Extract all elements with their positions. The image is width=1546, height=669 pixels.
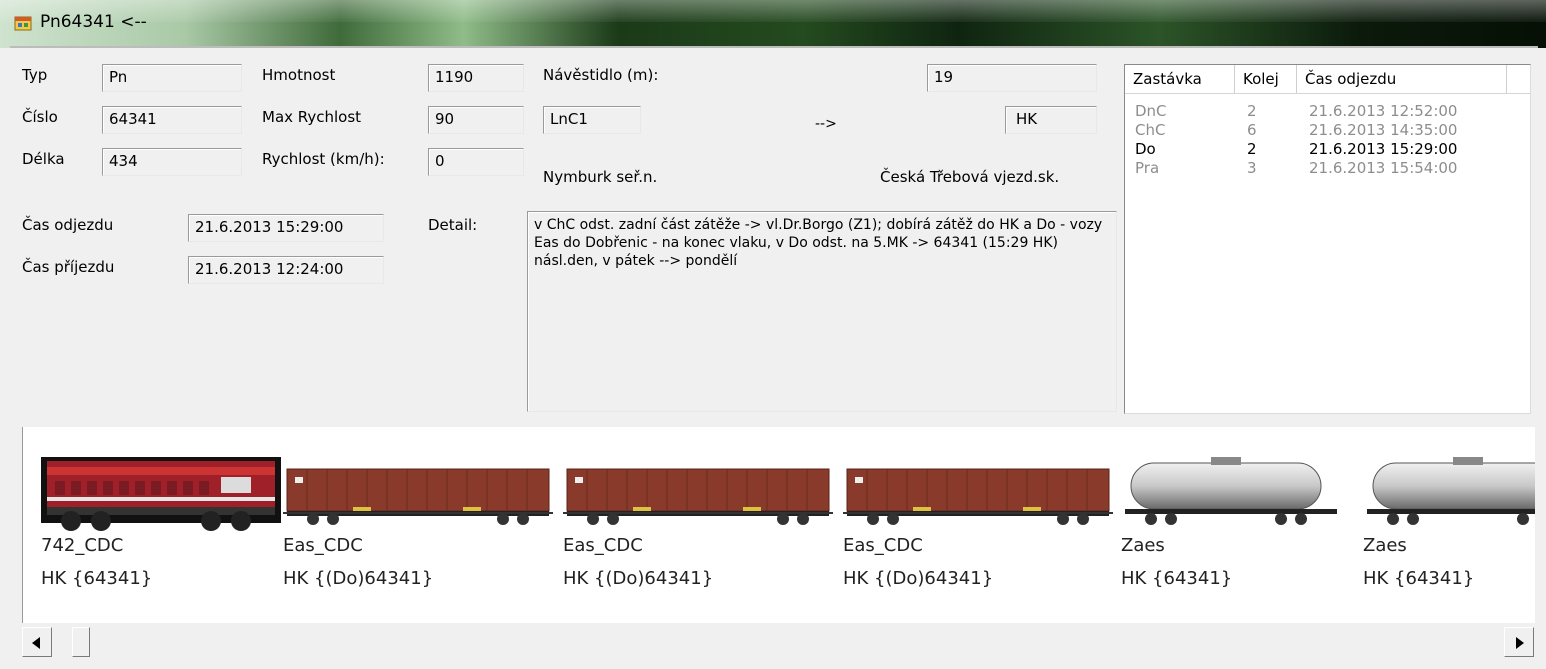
stops-cell-stop: Pra (1135, 159, 1160, 177)
navestidlo-label: Návěstidlo (m): (543, 66, 659, 84)
scroll-left-button[interactable] (22, 627, 52, 657)
detail-textarea[interactable]: v ChC odst. zadní část zátěže -> vl.Dr.B… (527, 211, 1117, 412)
typ-field[interactable]: Pn (102, 64, 242, 92)
scroll-right-button[interactable] (1504, 627, 1534, 657)
stops-list-row[interactable]: DnC 2 21.6.2013 12:52:00 (1125, 101, 1530, 121)
cislo-label: Číslo (22, 108, 58, 126)
typ-label: Typ (22, 66, 48, 84)
stops-list[interactable]: Zastávka Kolej Čas odjezdu DnC 2 21.6.2013… (1124, 64, 1531, 414)
arrow-right-icon (1516, 637, 1524, 649)
wagon-tank[interactable]: Zaes HK {64341} (1121, 427, 1341, 623)
stops-cell-track: 6 (1247, 121, 1257, 139)
delka-field[interactable]: 434 (102, 148, 242, 176)
rychlost-label: Rychlost (km/h): (262, 150, 385, 168)
window-title: Pn64341 <-- (40, 12, 147, 32)
stops-cell-time: 21.6.2013 15:29:00 (1309, 140, 1458, 158)
cas-prijezdu-label: Čas příjezdu (22, 258, 115, 276)
cas-prijezdu-field[interactable]: 21.6.2013 12:24:00 (188, 256, 384, 284)
stops-cell-stop: DnC (1135, 102, 1167, 120)
app-window-icon[interactable] (14, 14, 32, 32)
stops-cell-track: 2 (1247, 140, 1257, 158)
stops-cell-track: 2 (1247, 102, 1257, 120)
wagon-name: Zaes (1121, 535, 1165, 556)
stops-cell-time: 21.6.2013 14:35:00 (1309, 121, 1458, 139)
hmotnost-field[interactable]: 1190 (428, 64, 524, 92)
wagon-tank[interactable]: Zaes HK {64341} (1363, 427, 1535, 623)
wagon-boxcar[interactable]: Eas_CDC HK {(Do)64341} (843, 427, 1113, 623)
stops-cell-track: 3 (1247, 159, 1257, 177)
cislo-field[interactable]: 64341 (102, 106, 242, 134)
title-divider (10, 46, 1538, 48)
wagon-destination: HK {(Do)64341} (563, 568, 714, 589)
max-rychlost-field[interactable]: 90 (428, 106, 524, 134)
locomotive-icon (41, 457, 281, 531)
column-header-cas-odjezdu[interactable]: Čas odjezdu (1297, 65, 1507, 93)
tank-wagon-icon (1367, 457, 1535, 525)
wagon-destination: HK {64341} (41, 568, 153, 589)
detail-label: Detail: (428, 216, 478, 234)
wagon-name: Eas_CDC (563, 535, 643, 556)
scroll-thumb[interactable] (72, 627, 90, 657)
max-rychlost-label: Max Rychlost (262, 108, 362, 126)
stops-list-row[interactable]: Do 2 21.6.2013 15:29:00 (1125, 139, 1530, 159)
tank-wagon-icon (1125, 457, 1337, 525)
wagon-destination: HK {64341} (1363, 568, 1475, 589)
rychlost-field[interactable]: 0 (428, 148, 524, 176)
boxcar-icon (283, 468, 553, 525)
arrow-left-icon (32, 637, 40, 649)
wagon-destination: HK {64341} (1121, 568, 1233, 589)
wagon-name: Eas_CDC (283, 535, 363, 556)
title-bar[interactable]: Pn64341 <-- (0, 0, 1546, 48)
wagon-destination: HK {(Do)64341} (843, 568, 994, 589)
wagon-boxcar[interactable]: Eas_CDC HK {(Do)64341} (563, 427, 833, 623)
stops-cell-stop: ChC (1135, 121, 1166, 139)
navestidlo-field[interactable]: 19 (927, 64, 1097, 92)
stops-list-header: Zastávka Kolej Čas odjezdu (1125, 65, 1530, 94)
column-header-zastavka[interactable]: Zastávka (1125, 65, 1235, 93)
hmotnost-label: Hmotnost (262, 66, 336, 84)
train-composition-strip[interactable]: 742_CDC HK {64341} Eas_CDC HK {(Do)64341} … (22, 427, 1535, 623)
from-code-field[interactable]: LnC1 (543, 106, 641, 134)
route-arrow: --> (815, 116, 837, 132)
wagon-destination: HK {(Do)64341} (283, 568, 434, 589)
stops-list-row[interactable]: Pra 3 21.6.2013 15:54:00 (1125, 158, 1530, 178)
stops-list-row[interactable]: ChC 6 21.6.2013 14:35:00 (1125, 120, 1530, 140)
to-station-name: Česká Třebová vjezd.sk. (880, 168, 1060, 186)
from-station-name: Nymburk seř.n. (543, 168, 658, 186)
wagon-name: Eas_CDC (843, 535, 923, 556)
stops-cell-time: 21.6.2013 12:52:00 (1309, 102, 1458, 120)
wagon-locomotive[interactable]: 742_CDC HK {64341} (41, 427, 281, 623)
wagon-boxcar[interactable]: Eas_CDC HK {(Do)64341} (283, 427, 553, 623)
boxcar-icon (843, 468, 1113, 525)
cas-odjezdu-label: Čas odjezdu (22, 216, 114, 234)
column-header-kolej[interactable]: Kolej (1235, 65, 1297, 93)
stops-cell-time: 21.6.2013 15:54:00 (1309, 159, 1458, 177)
wagon-name: 742_CDC (41, 535, 124, 556)
title-bar-gloss (0, 0, 1546, 22)
stops-cell-stop: Do (1135, 140, 1156, 158)
to-code-field[interactable]: HK (1005, 106, 1097, 134)
cas-odjezdu-field[interactable]: 21.6.2013 15:29:00 (188, 214, 384, 242)
wagon-name: Zaes (1363, 535, 1407, 556)
boxcar-icon (563, 468, 833, 525)
delka-label: Délka (22, 150, 65, 168)
horizontal-scrollbar[interactable] (22, 627, 1534, 657)
